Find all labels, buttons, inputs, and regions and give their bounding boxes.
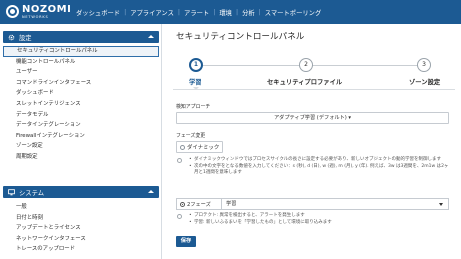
sidebar-item-dashboard[interactable]: ダッシュボード	[3, 88, 159, 99]
sidebar-item-cycle-settings[interactable]: 周期設定	[3, 152, 159, 163]
sidebar-item-trace-upload[interactable]: トレースのアップロード	[3, 244, 159, 255]
collapse-caret-icon	[148, 35, 154, 38]
nav-dashboard[interactable]: ダッシュボード	[76, 8, 120, 17]
two-phase-row: 2フェーズ 学習	[176, 198, 449, 210]
detection-approach-select[interactable]: アダプティブ学習 (デフォルト) ▾	[176, 112, 449, 124]
nozomi-logo[interactable]: NOZOMI NETWORKS	[6, 3, 71, 21]
sidebar-item-threat-intelligence[interactable]: スレットインテリジェンス	[3, 99, 159, 110]
detection-approach-label: 検知アプローチ	[176, 104, 211, 110]
sidebar-item-zone-settings[interactable]: ゾーン設定	[3, 141, 159, 152]
phase-select-value: 学習	[226, 201, 237, 207]
step-1-label[interactable]: 学習	[189, 77, 202, 86]
sidebar-item-data-model[interactable]: データモデル	[3, 110, 159, 121]
system-list: 一般 日付と時刻 アップデートとライセンス ネットワークインタフェース トレース…	[3, 202, 159, 255]
system-section-label: システム	[19, 189, 44, 197]
stepper-divider	[173, 89, 455, 90]
monitor-icon	[8, 188, 15, 195]
logo-mark-icon	[6, 5, 19, 18]
settings-section-header[interactable]: 設定	[3, 31, 159, 43]
save-button[interactable]: 保存	[176, 236, 196, 247]
top-nav: ダッシュボード | アプライアンス | アラート | 環境 | 分析 | スマー…	[76, 8, 322, 17]
two-phase-help: プロテクト: 異常を検出すると、アラートを発生します 学習: 新しいふるまいを「…	[176, 213, 451, 226]
nav-alerts[interactable]: アラート	[184, 8, 209, 17]
settings-list: セキュリティコントロールパネル 機能コントロールパネル ユーザー コマンドライン…	[3, 46, 159, 163]
sidebar-item-firewall-integration[interactable]: Firewallインテグレーション	[3, 131, 159, 142]
dynamic-radio[interactable]: ダイナミック	[176, 141, 224, 153]
info-icon	[177, 214, 182, 219]
main-content: セキュリティコントロールパネル 1 2 3 学習 セキュリティプロファイル ゾー…	[163, 24, 461, 259]
sidebar-item-date-time[interactable]: 日付と時刻	[3, 213, 159, 224]
help-item: 次の中の文字をとなる数値を入力してください：s (秒), d (日), w (週…	[176, 164, 451, 177]
nav-environment[interactable]: 環境	[219, 8, 232, 17]
sidebar-item-security-control-panel[interactable]: セキュリティコントロールパネル	[3, 46, 159, 57]
step-1-circle[interactable]: 1	[189, 58, 203, 72]
step-3-circle[interactable]: 3	[417, 58, 431, 72]
logo-text: NOZOMI	[22, 4, 72, 15]
phase-select[interactable]: 学習	[221, 198, 449, 210]
help-item: ダイナミックウィンドウではプロセスサイクルの長さに設定する必要があり、新しいオブ…	[176, 157, 451, 164]
nav-appliances[interactable]: アプライアンス	[130, 8, 174, 17]
help-item: 学習: 新しいふるまいを「学習したもの」として環境に取り込みます	[176, 220, 451, 227]
nav-analysis[interactable]: 分析	[242, 8, 255, 17]
gear-icon	[8, 34, 15, 40]
system-section-header[interactable]: システム	[3, 186, 159, 198]
info-icon	[177, 158, 182, 163]
app-window: NOZOMI NETWORKS ダッシュボード | アプライアンス | アラート…	[0, 0, 461, 259]
page-title: セキュリティコントロールパネル	[176, 32, 305, 42]
sidebar-item-general[interactable]: 一般	[3, 202, 159, 213]
sidebar-item-data-integration[interactable]: データインテグレーション	[3, 120, 159, 131]
logo-subtext: NETWORKS	[22, 15, 49, 19]
dynamic-radio-label: ダイナミック	[187, 145, 220, 151]
phase-change-label: フェーズ変更	[176, 133, 206, 139]
two-phase-radio-dot	[180, 201, 185, 207]
sidebar-item-users[interactable]: ユーザー	[3, 67, 159, 78]
sidebar-item-network-interfaces[interactable]: ネットワークインタフェース	[3, 234, 159, 245]
step-2-circle[interactable]: 2	[299, 58, 313, 72]
nav-smart-polling[interactable]: スマートポーリング	[265, 8, 321, 17]
step-3-label[interactable]: ゾーン設定	[409, 77, 440, 86]
settings-section-label: 設定	[19, 34, 32, 42]
step-2-label[interactable]: セキュリティプロファイル	[267, 77, 342, 86]
sidebar-item-feature-control-panel[interactable]: 機能コントロールパネル	[3, 57, 159, 68]
two-phase-radio[interactable]: 2フェーズ	[176, 198, 221, 210]
chevron-down-icon	[439, 203, 443, 206]
help-item: プロテクト: 異常を検出すると、アラートを発生します	[176, 213, 451, 220]
active-step-pointer	[193, 87, 199, 90]
detection-approach-value: アダプティブ学習 (デフォルト) ▾	[273, 115, 352, 121]
dynamic-help: ダイナミックウィンドウではプロセスサイクルの長さに設定する必要があり、新しいオブ…	[176, 157, 451, 177]
collapse-caret-icon	[148, 190, 154, 193]
sidebar-item-cli[interactable]: コマンドラインインタフェース	[3, 78, 159, 89]
dynamic-radio-dot	[180, 144, 185, 150]
sidebar-item-updates-licenses[interactable]: アップデートとライセンス	[3, 223, 159, 234]
sidebar: 設定 セキュリティコントロールパネル 機能コントロールパネル ユーザー コマンド…	[0, 24, 162, 259]
two-phase-radio-label: 2フェーズ	[187, 201, 211, 208]
top-bar: NOZOMI NETWORKS ダッシュボード | アプライアンス | アラート…	[0, 0, 461, 24]
